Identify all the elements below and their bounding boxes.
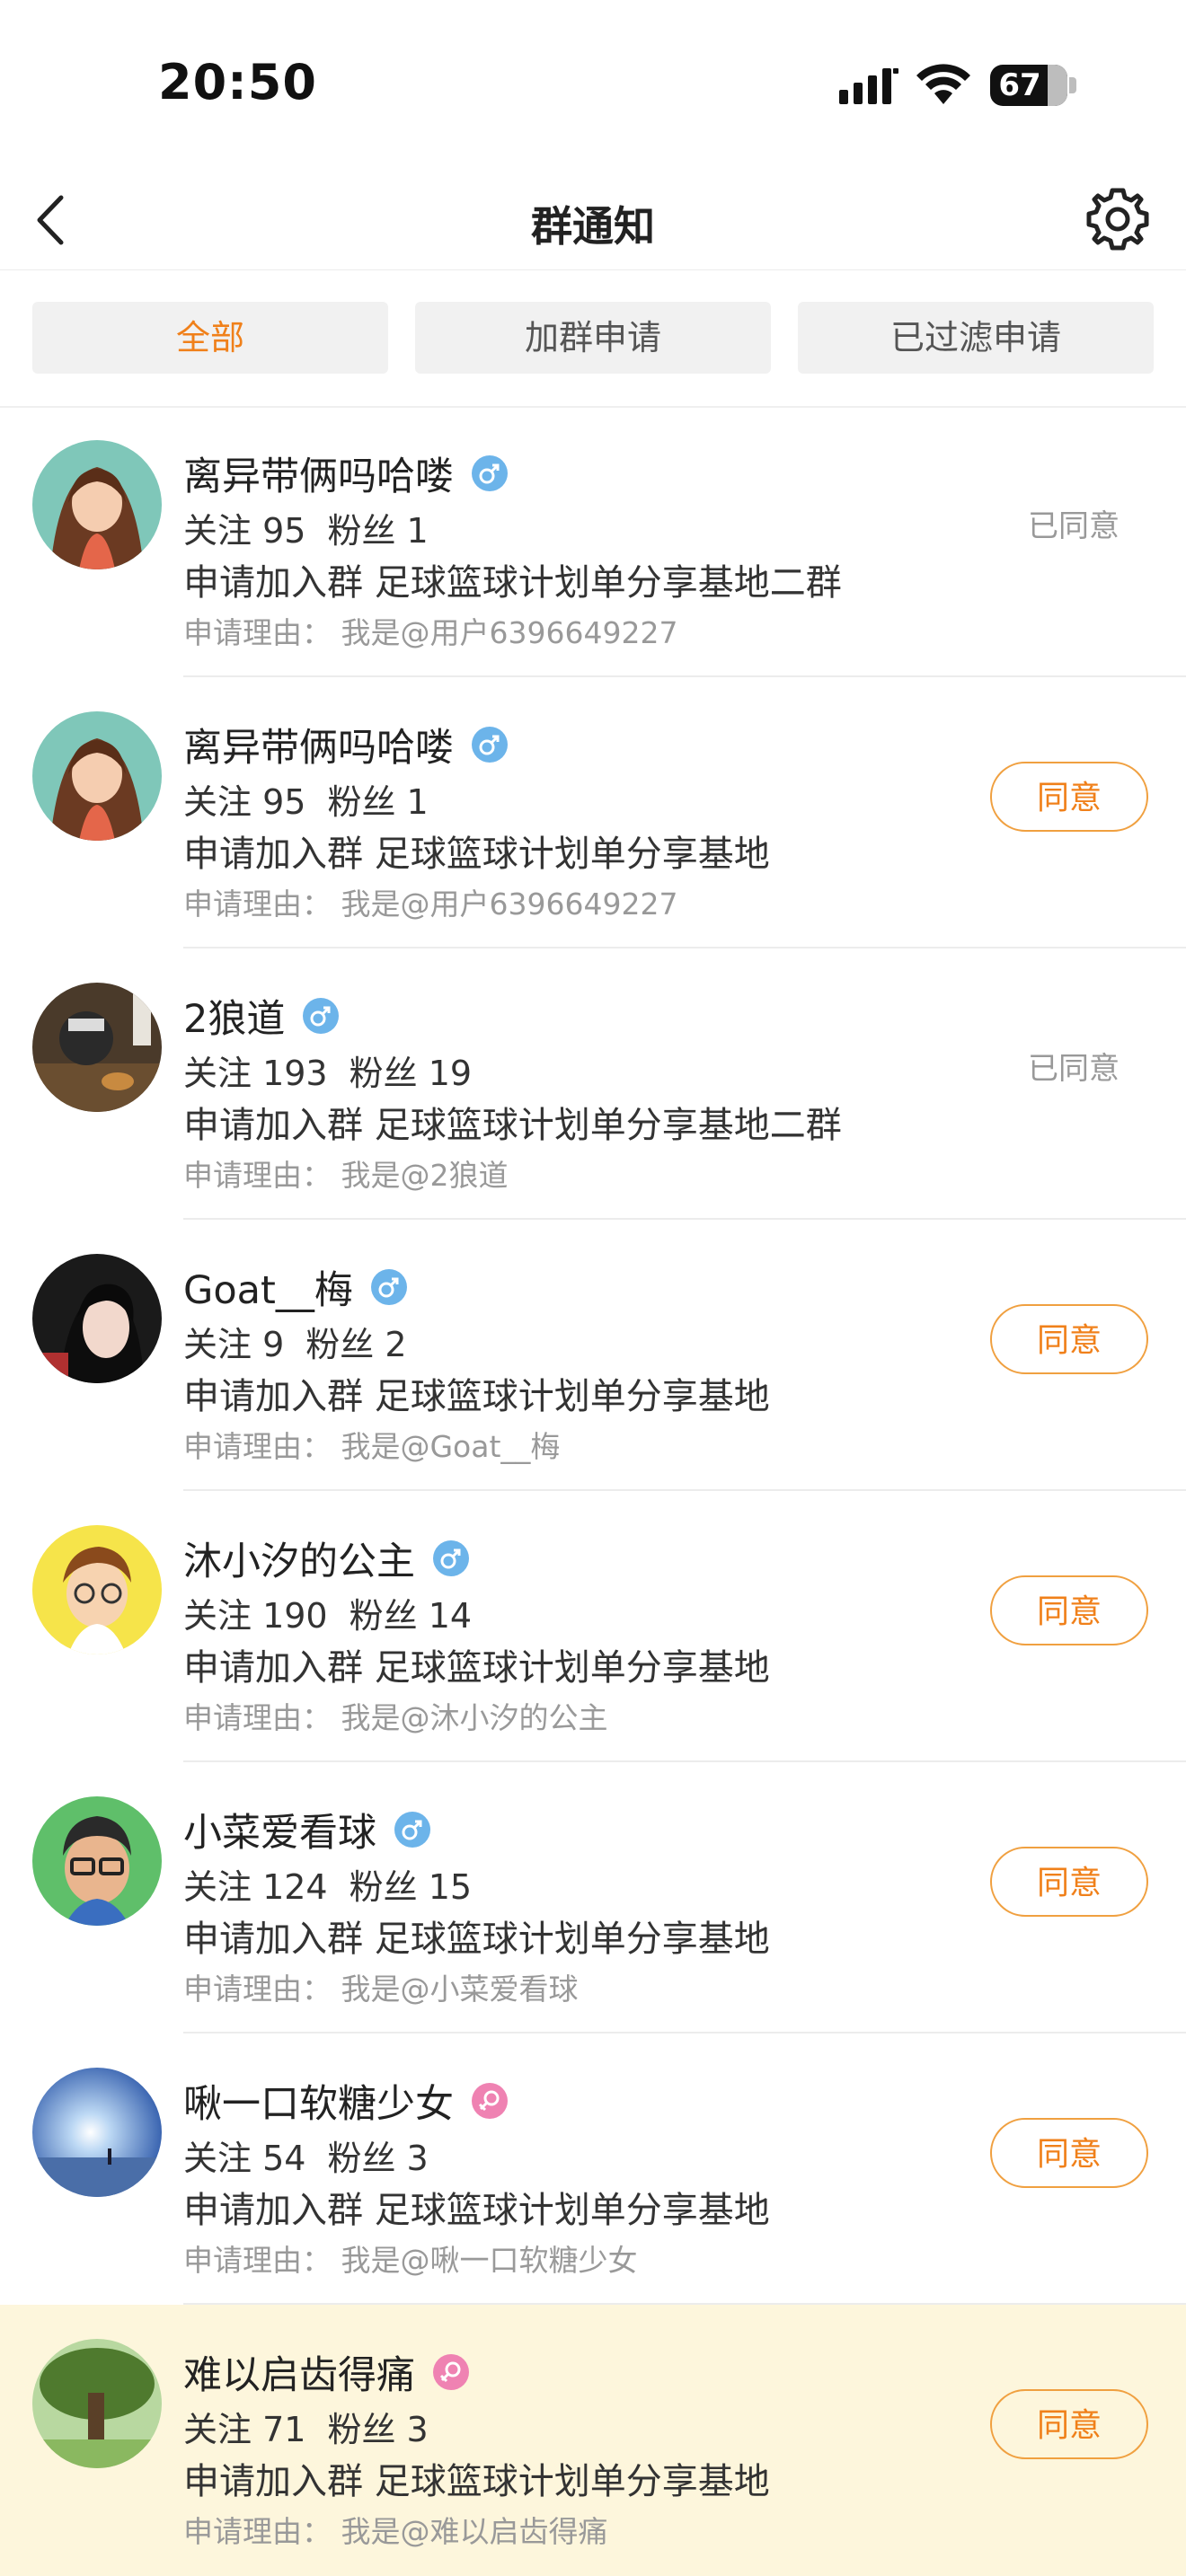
agreed-status: 已同意	[1028, 1051, 1120, 1087]
female-gender-icon	[433, 2354, 469, 2390]
user-name[interactable]: 2狼道	[183, 988, 340, 1044]
battery-icon: 67	[990, 65, 1067, 106]
follow-stats: 关注 95 粉丝 1	[183, 782, 429, 822]
apply-text: 申请加入群 足球篮球计划单分享基地	[183, 1376, 770, 1417]
follow-stats: 关注 71 粉丝 3	[183, 2410, 429, 2449]
user-name[interactable]: 沐小汐的公主	[183, 1531, 469, 1586]
list-item[interactable]: 离异带俩吗哈喽 关注 95 粉丝 1 申请加入群 足球篮球计划单分享基地 申请理由…	[0, 677, 1186, 948]
agreed-status: 已同意	[1028, 508, 1120, 544]
apply-reason: 申请理由： 我是@小菜爱看球	[183, 1972, 579, 2007]
follow-stats: 关注 193 粉丝 19	[183, 1054, 473, 1093]
avatar[interactable]	[32, 983, 162, 1112]
list-item[interactable]: 沐小汐的公主 关注 190 粉丝 14 申请加入群 足球篮球计划单分享基地 申请理…	[0, 1491, 1186, 1762]
male-gender-icon	[303, 998, 340, 1034]
female-gender-icon	[472, 2083, 508, 2119]
apply-text: 申请加入群 足球篮球计划单分享基地二群	[183, 562, 842, 604]
follow-stats: 关注 95 粉丝 1	[183, 511, 429, 551]
follow-stats: 关注 9 粉丝 2	[183, 1325, 407, 1364]
tab-join-requests[interactable]: 加群申请	[415, 302, 771, 374]
list-item[interactable]: 小菜爱看球 关注 124 粉丝 15 申请加入群 足球篮球计划单分享基地 申请理由…	[0, 1762, 1186, 2033]
page-title: 群通知	[531, 202, 655, 251]
clock: 20:50	[158, 54, 317, 110]
wifi-icon	[916, 64, 970, 104]
filter-tabs: 全部 加群申请 已过滤申请	[0, 269, 1186, 408]
status-bar: 20:50 67	[0, 0, 1186, 171]
avatar[interactable]	[32, 711, 162, 841]
list-item[interactable]: Goat__梅 关注 9 粉丝 2 申请加入群 足球篮球计划单分享基地 申请理由：…	[0, 1220, 1186, 1491]
agree-button[interactable]: 同意	[990, 1575, 1148, 1645]
user-name[interactable]: 小菜爱看球	[183, 1802, 430, 1857]
male-gender-icon	[472, 455, 508, 491]
follow-stats: 关注 54 粉丝 3	[183, 2139, 429, 2178]
tab-filtered-requests[interactable]: 已过滤申请	[798, 302, 1154, 374]
list-item[interactable]: 离异带俩吗哈喽 关注 95 粉丝 1 申请加入群 足球篮球计划单分享基地二群 申请…	[0, 406, 1186, 677]
male-gender-icon	[394, 1812, 430, 1848]
nav-header: 群通知	[0, 171, 1186, 270]
user-name[interactable]: 难以启齿得痛	[183, 2344, 469, 2400]
list-item[interactable]: 2狼道 关注 193 粉丝 19 申请加入群 足球篮球计划单分享基地二群 申请理由…	[0, 948, 1186, 1220]
avatar[interactable]	[32, 1525, 162, 1654]
male-gender-icon	[370, 1269, 407, 1305]
apply-text: 申请加入群 足球篮球计划单分享基地二群	[183, 1105, 842, 1146]
apply-reason: 申请理由： 我是@Goat__梅	[183, 1429, 561, 1464]
apply-reason: 申请理由： 我是@用户6396649227	[183, 615, 678, 650]
apply-reason: 申请理由： 我是@用户6396649227	[183, 887, 678, 922]
agree-button[interactable]: 同意	[990, 2118, 1148, 2188]
male-gender-icon	[472, 727, 508, 763]
user-name[interactable]: 离异带俩吗哈喽	[183, 446, 508, 501]
male-gender-icon	[433, 1540, 469, 1576]
apply-text: 申请加入群 足球篮球计划单分享基地	[183, 2190, 770, 2231]
avatar[interactable]	[32, 1254, 162, 1383]
avatar[interactable]	[32, 440, 162, 569]
avatar[interactable]	[32, 2068, 162, 2197]
agree-button[interactable]: 同意	[990, 2389, 1148, 2459]
user-name[interactable]: Goat__梅	[183, 1259, 407, 1315]
list-item[interactable]: 啾一口软糖少女 关注 54 粉丝 3 申请加入群 足球篮球计划单分享基地 申请理由…	[0, 2033, 1186, 2305]
apply-reason: 申请理由： 我是@沐小汐的公主	[183, 1700, 608, 1735]
list-item[interactable]: 难以启齿得痛 关注 71 粉丝 3 申请加入群 足球篮球计划单分享基地 申请理由：…	[0, 2305, 1186, 2576]
agree-button[interactable]: 同意	[990, 762, 1148, 832]
apply-text: 申请加入群 足球篮球计划单分享基地	[183, 1647, 770, 1689]
apply-text: 申请加入群 足球篮球计划单分享基地	[183, 1919, 770, 1960]
settings-gear-icon[interactable]	[1084, 185, 1152, 253]
follow-stats: 关注 190 粉丝 14	[183, 1596, 473, 1636]
request-list: 离异带俩吗哈喽 关注 95 粉丝 1 申请加入群 足球篮球计划单分享基地二群 申请…	[0, 406, 1186, 2576]
avatar[interactable]	[32, 1796, 162, 1926]
user-name[interactable]: 啾一口软糖少女	[183, 2073, 508, 2129]
agree-button[interactable]: 同意	[990, 1304, 1148, 1374]
battery-level: 67	[998, 67, 1041, 103]
apply-reason: 申请理由： 我是@啾一口软糖少女	[183, 2243, 638, 2278]
avatar[interactable]	[32, 2339, 162, 2468]
follow-stats: 关注 124 粉丝 15	[183, 1867, 473, 1907]
cellular-signal-icon	[839, 68, 898, 104]
tab-all[interactable]: 全部	[32, 302, 388, 374]
apply-text: 申请加入群 足球篮球计划单分享基地	[183, 834, 770, 875]
apply-reason: 申请理由： 我是@2狼道	[183, 1158, 509, 1193]
agree-button[interactable]: 同意	[990, 1847, 1148, 1917]
apply-reason: 申请理由： 我是@难以启齿得痛	[183, 2514, 608, 2549]
apply-text: 申请加入群 足球篮球计划单分享基地	[183, 2461, 770, 2502]
user-name[interactable]: 离异带俩吗哈喽	[183, 717, 508, 772]
